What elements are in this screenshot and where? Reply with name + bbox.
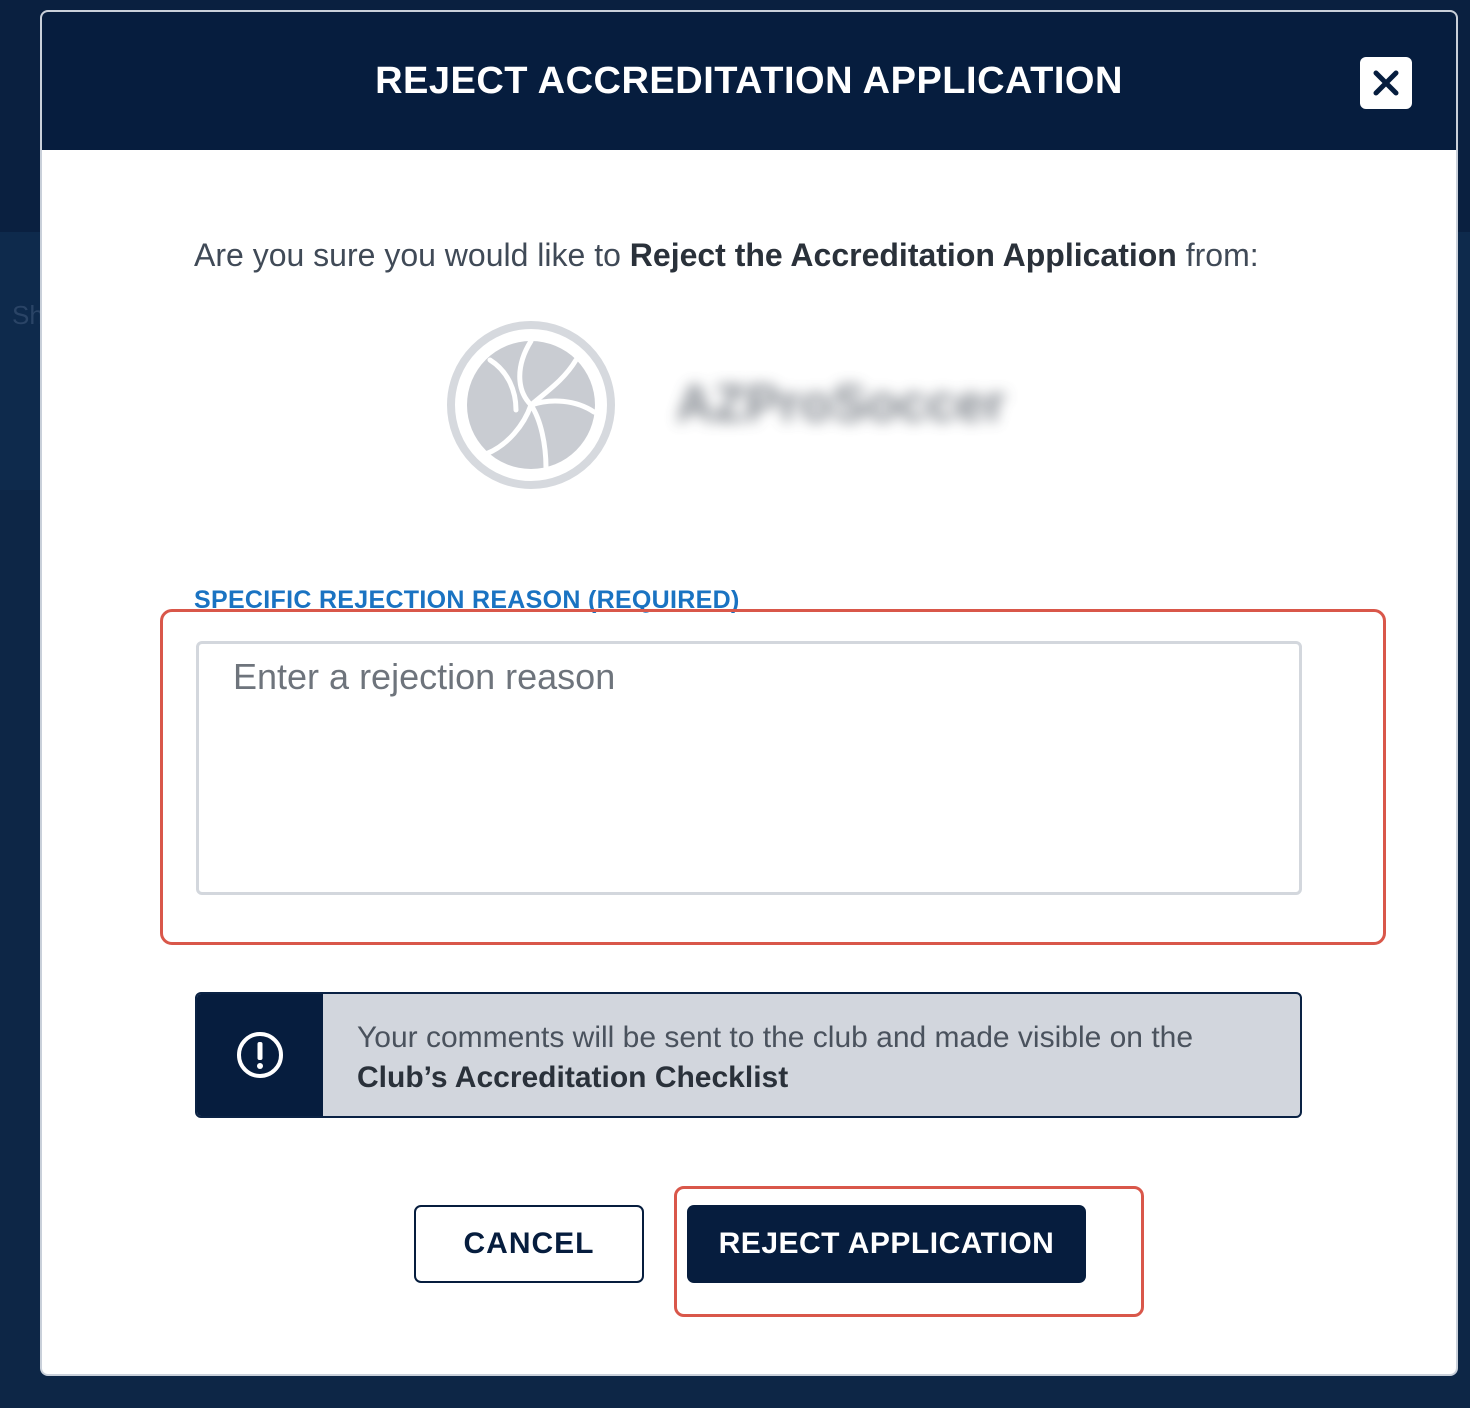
notice-icon-cell [197, 994, 323, 1116]
close-button[interactable] [1360, 57, 1412, 109]
notice-message: Your comments will be sent to the club a… [357, 1021, 1194, 1054]
cancel-button[interactable]: CANCEL [414, 1205, 644, 1283]
prompt-prefix: Are you sure you would like to [194, 237, 630, 273]
prompt-suffix: from: [1176, 237, 1259, 273]
dialog-title: REJECT ACCREDITATION APPLICATION [375, 59, 1123, 102]
notice-text: Your comments will be sent to the club a… [323, 994, 1227, 1116]
prompt-emphasis: Reject the Accreditation Application [629, 237, 1177, 273]
close-icon [1373, 70, 1399, 96]
background-text: Sh [12, 300, 44, 330]
notice-emphasis: Club’s Accreditation Checklist [357, 1061, 789, 1094]
dialog-header: REJECT ACCREDITATION APPLICATION [42, 12, 1456, 150]
rejection-reason-input[interactable] [196, 641, 1302, 895]
soccer-ball-icon [447, 321, 615, 489]
exclamation-circle-icon [237, 1032, 283, 1078]
reject-application-button[interactable]: REJECT APPLICATION [687, 1205, 1086, 1283]
reject-application-dialog: REJECT ACCREDITATION APPLICATION Are you… [42, 12, 1456, 1374]
visibility-notice: Your comments will be sent to the club a… [195, 992, 1302, 1118]
confirmation-prompt: Are you sure you would like to Reject th… [194, 237, 1394, 274]
club-name: AZProSoccer [676, 375, 1006, 433]
